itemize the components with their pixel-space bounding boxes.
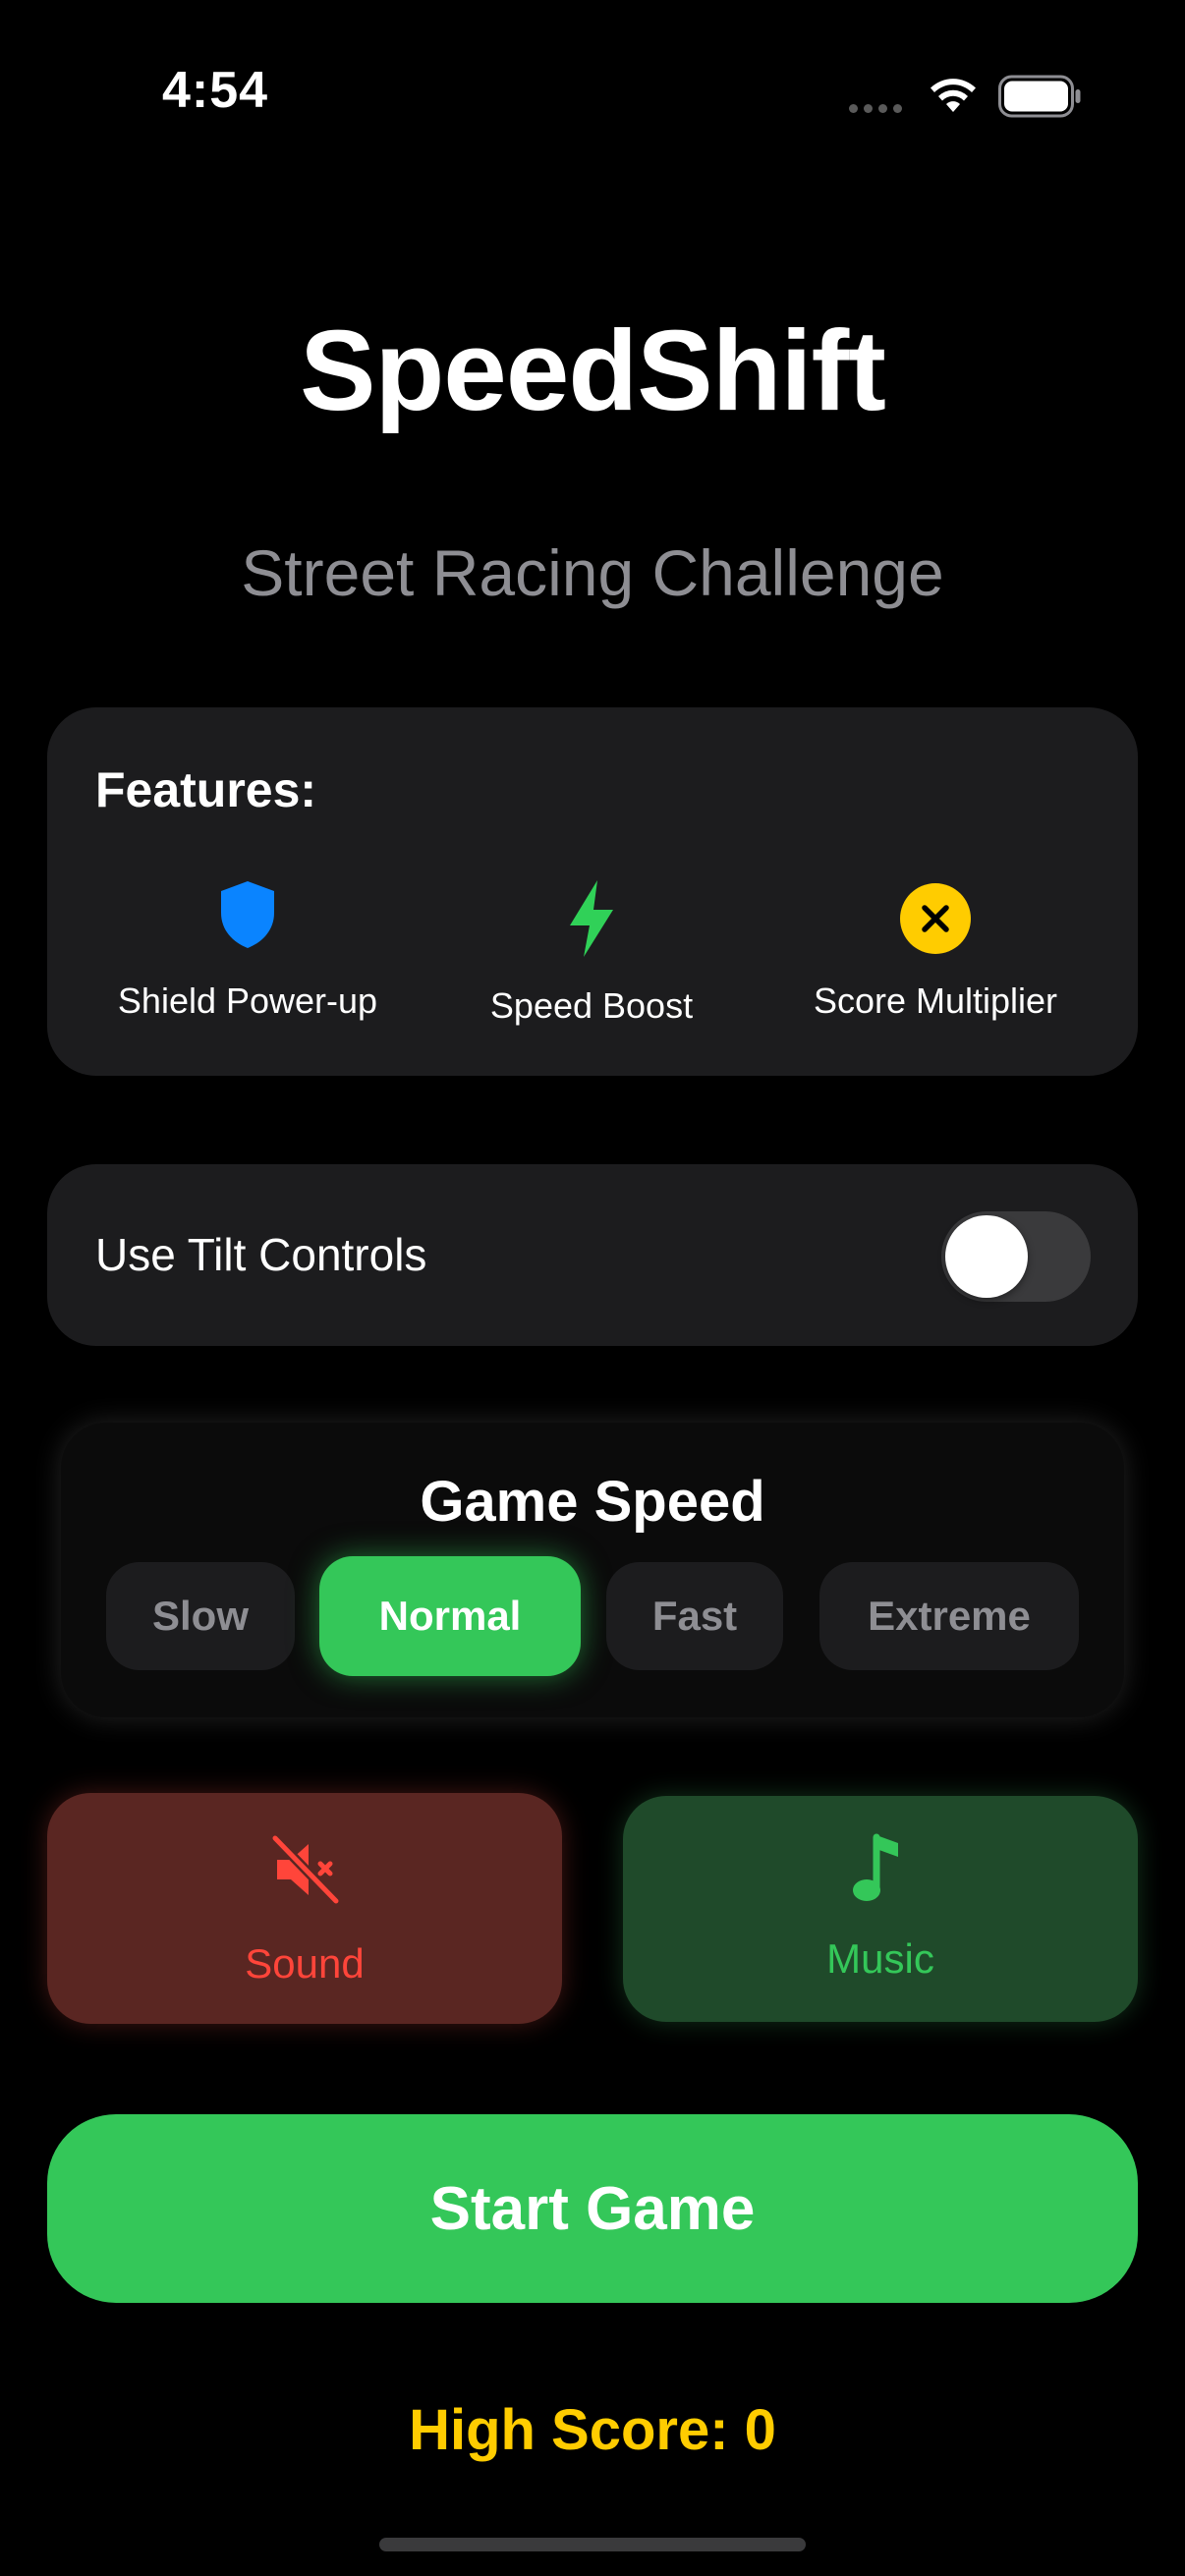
speed-option-fast[interactable]: Fast xyxy=(606,1562,783,1670)
app-subtitle: Street Racing Challenge xyxy=(241,536,944,609)
app-title: SpeedShift xyxy=(300,307,886,434)
speed-option-normal[interactable]: Normal xyxy=(319,1556,581,1676)
wifi-icon xyxy=(931,79,976,112)
toggle-knob xyxy=(945,1215,1028,1298)
feature-speed-boost: Speed Boost xyxy=(415,874,768,1032)
home-indicator[interactable] xyxy=(379,2538,806,2551)
feature-label: Shield Power-up xyxy=(117,980,378,1021)
tilt-controls-label: Use Tilt Controls xyxy=(95,1229,427,1280)
high-score: High Score: 0 xyxy=(409,2398,776,2462)
start-game-button[interactable]: Start Game xyxy=(47,2114,1138,2303)
multiply-circle-icon xyxy=(900,883,971,954)
features-heading: Features: xyxy=(95,762,317,817)
feature-label: Speed Boost xyxy=(489,985,694,1026)
sound-label: Sound xyxy=(245,1940,365,1987)
battery-icon xyxy=(998,75,1081,118)
feature-shield-power-up: Shield Power-up xyxy=(71,874,424,1032)
speed-option-extreme[interactable]: Extreme xyxy=(819,1562,1079,1670)
music-note-icon xyxy=(853,1833,898,1901)
cellular-signal-icon xyxy=(849,104,902,113)
shield-icon xyxy=(221,881,274,948)
music-toggle-button[interactable]: Music xyxy=(623,1796,1138,2022)
game-speed-heading: Game Speed xyxy=(420,1470,765,1534)
lightning-bolt-icon xyxy=(570,880,613,957)
music-label: Music xyxy=(826,1935,934,1982)
tilt-controls-toggle[interactable] xyxy=(941,1211,1091,1302)
feature-label: Score Multiplier xyxy=(813,980,1058,1021)
sound-toggle-button[interactable]: Sound xyxy=(47,1793,562,2024)
speed-option-slow[interactable]: Slow xyxy=(106,1562,295,1670)
speaker-muted-icon xyxy=(270,1834,340,1905)
status-time: 4:54 xyxy=(162,62,269,119)
feature-score-multiplier: Score Multiplier xyxy=(759,874,1112,1032)
